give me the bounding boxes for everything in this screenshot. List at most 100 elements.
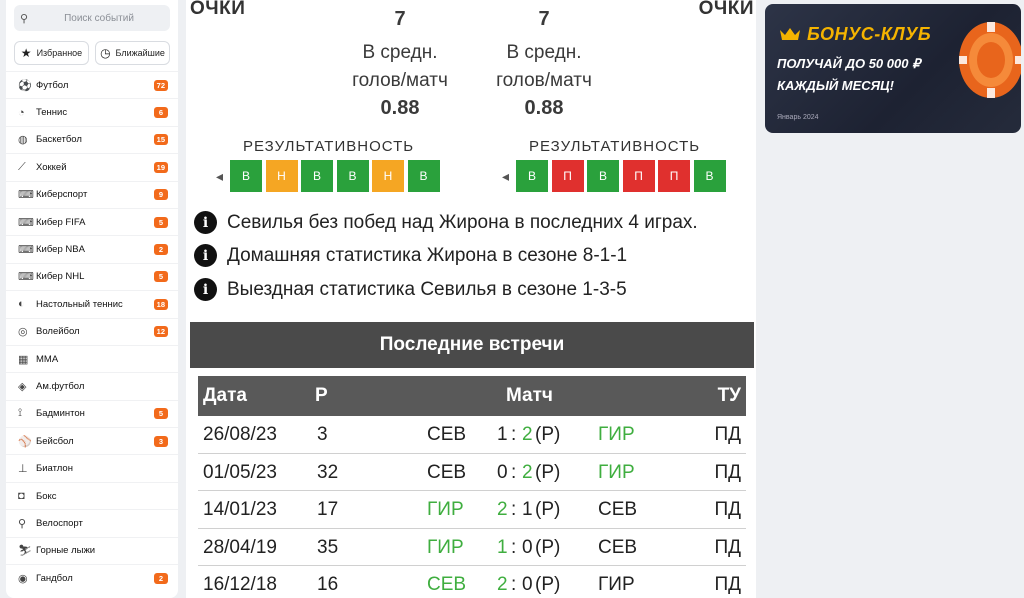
sidebar-item-sport[interactable]: ⌨ Кибер FIFA 5 — [6, 207, 178, 235]
sport-label: Волейбол — [36, 326, 80, 338]
fact-item: i Домашняя статистика Жирона в сезоне 8-… — [194, 244, 627, 267]
sidebar-item-sport[interactable]: ◉ Гандбол 2 — [6, 564, 178, 591]
match-stats-panel: ОЧКИ ОЧКИ 7 В средн. голов/матч 0.88 7 В… — [186, 0, 756, 598]
cell-date: 16/12/18 — [203, 574, 277, 595]
sidebar-item-sport[interactable]: ◘ Бокс — [6, 481, 178, 509]
sidebar-item-sport[interactable]: ⛷ Горные лыжи — [6, 536, 178, 564]
crown-icon — [780, 28, 800, 40]
clock-icon: ◷ — [100, 46, 111, 60]
cell-away-score: 2 — [522, 461, 533, 483]
cell-away-team: ГИР — [598, 424, 635, 445]
last-meetings-table: Дата Р Матч ТУ 26/08/23 3 СЕВ 1:2 (Р) ГИР ПД 01… — [190, 368, 754, 598]
event-count-badge: 5 — [154, 271, 168, 283]
sidebar-item-sport[interactable]: ⚽ Футбол 72 — [6, 71, 178, 98]
form-result-box: П — [658, 160, 690, 192]
cell-home-team: СЕВ — [427, 461, 467, 483]
form-result-box: В — [587, 160, 619, 192]
banner-line1: ПОЛУЧАЙ ДО 50 000 ₽ — [777, 56, 921, 71]
banner-date: Январь 2024 — [777, 114, 819, 121]
cell-r: 35 — [317, 536, 339, 558]
event-count-badge: 15 — [153, 134, 168, 146]
cell-tu: ПД — [714, 536, 741, 558]
table-row[interactable]: 14/01/23 17 ГИР 2:1 (Р) СЕВ ПД — [198, 491, 746, 529]
sport-label: MMA — [36, 353, 59, 365]
sidebar-item-sport[interactable]: ⌨ Кибер NHL 5 — [6, 262, 178, 290]
nearest-button[interactable]: ◷ Ближайшие — [95, 41, 170, 65]
cell-tu: ПД — [714, 461, 741, 483]
cell-score-sep: : — [511, 574, 517, 595]
sidebar-item-sport[interactable]: ◔ Теннис 6 — [6, 98, 178, 125]
cell-r: 32 — [317, 461, 339, 483]
sidebar-item-sport[interactable]: ⌨ Киберспорт 9 — [6, 180, 178, 208]
sport-label: Футбол — [36, 79, 69, 91]
sidebar-item-sport[interactable]: ⟟ Бадминтон 5 — [6, 399, 178, 427]
favorites-button[interactable]: ★ Избранное — [14, 41, 89, 65]
event-count-badge: 72 — [153, 79, 168, 91]
sport-icon: ⟟ — [18, 407, 23, 420]
event-count-badge: 9 — [154, 189, 168, 201]
cell-home-team: ГИР — [427, 536, 464, 558]
sport-icon: ◍ — [18, 134, 28, 147]
sport-icon: ⌨ — [18, 271, 34, 284]
event-count-badge: 19 — [153, 161, 168, 173]
avg-label-line1: В средн. — [362, 42, 438, 63]
sidebar-item-sport[interactable]: ◎ Волейбол 12 — [6, 317, 178, 345]
form-result-box: В — [693, 160, 726, 192]
sidebar-item-sport[interactable]: ◍ Баскетбол 15 — [6, 125, 178, 153]
search-input[interactable]: ⚲ Поиск событий — [14, 5, 170, 31]
cell-home-team: СЕВ — [427, 574, 467, 595]
sport-icon: ◉ — [18, 572, 28, 585]
cell-note: (Р) — [535, 574, 561, 595]
info-icon: i — [194, 278, 217, 301]
cell-score-sep: : — [511, 461, 517, 483]
cell-away-team: ГИР — [598, 461, 635, 483]
form-result-box: В — [407, 160, 440, 192]
sport-list: ⚽ Футбол 72 ◔ Теннис 6 ◍ Баскетбол 15 ⟋ Хоккей 19 ⌨ К… — [6, 71, 178, 591]
sidebar-item-sport[interactable]: ▦ MMA — [6, 344, 178, 372]
sidebar-item-sport[interactable]: ⌨ Кибер NBA 2 — [6, 235, 178, 262]
table-row[interactable]: 01/05/23 32 СЕВ 0:2 (Р) ГИР ПД — [198, 454, 746, 491]
event-count-badge: 12 — [153, 326, 168, 338]
sport-label: Ам.футбол — [36, 380, 85, 392]
bonus-club-banner[interactable]: БОНУС-КЛУБ ПОЛУЧАЙ ДО 50 000 ₽ КАЖДЫЙ МЕ… — [765, 4, 1021, 133]
cell-away-score: 0 — [522, 536, 533, 558]
nearest-label: Ближайшие — [115, 48, 165, 58]
home-form-title: РЕЗУЛЬТАТИВНОСТЬ — [243, 138, 415, 155]
sport-icon: ⌨ — [18, 216, 34, 229]
table-row[interactable]: 28/04/19 35 ГИР 1:0 (Р) СЕВ ПД — [198, 529, 746, 566]
sidebar-item-sport[interactable]: ◐ Настольный теннис 18 — [6, 290, 178, 317]
cell-note: (Р) — [535, 461, 561, 483]
table-row[interactable]: 16/12/18 16 СЕВ 2:0 (Р) ГИР ПД — [198, 566, 746, 598]
sidebar-item-sport[interactable]: ◈ Ам.футбол — [6, 372, 178, 399]
header-tu: ТУ — [717, 385, 741, 406]
sport-label: Бейсбол — [36, 435, 74, 447]
cell-home-team: СЕВ — [427, 424, 467, 445]
table-row[interactable]: 26/08/23 3 СЕВ 1:2 (Р) ГИР ПД — [198, 416, 746, 454]
cell-tu: ПД — [714, 424, 741, 445]
cell-score-sep: : — [511, 424, 517, 445]
sport-label: Кибер FIFA — [36, 216, 86, 228]
event-count-badge: 2 — [154, 244, 168, 256]
form-result-box: П — [551, 160, 584, 192]
sport-icon: ⚾ — [18, 435, 32, 448]
home-points-value: 7 — [394, 8, 406, 30]
cell-tu: ПД — [714, 574, 741, 595]
sport-icon: ◘ — [18, 490, 25, 503]
sport-icon: ◎ — [18, 326, 28, 339]
event-count-badge: 18 — [153, 298, 168, 310]
sidebar-item-sport[interactable]: ⚾ Бейсбол 3 — [6, 427, 178, 454]
sidebar-item-sport[interactable]: ⊥ Биатлон — [6, 454, 178, 481]
cell-away-score: 2 — [522, 424, 533, 445]
arrow-left-icon: ◂ — [502, 167, 510, 184]
search-icon: ⚲ — [20, 12, 29, 25]
sport-label: Велоспорт — [36, 517, 83, 529]
cell-away-team: ГИР — [598, 574, 635, 595]
sidebar-item-sport[interactable]: ⚲ Велоспорт — [6, 509, 178, 536]
sport-icon: ◐ — [18, 298, 25, 311]
arrow-left-icon: ◂ — [216, 167, 224, 184]
sidebar-item-sport[interactable]: ⟋ Хоккей 19 — [6, 153, 178, 180]
sport-icon: ⚽ — [18, 79, 32, 92]
cell-away-score: 1 — [522, 499, 533, 520]
event-count-badge: 2 — [154, 572, 168, 584]
cell-away-score: 0 — [522, 574, 533, 595]
